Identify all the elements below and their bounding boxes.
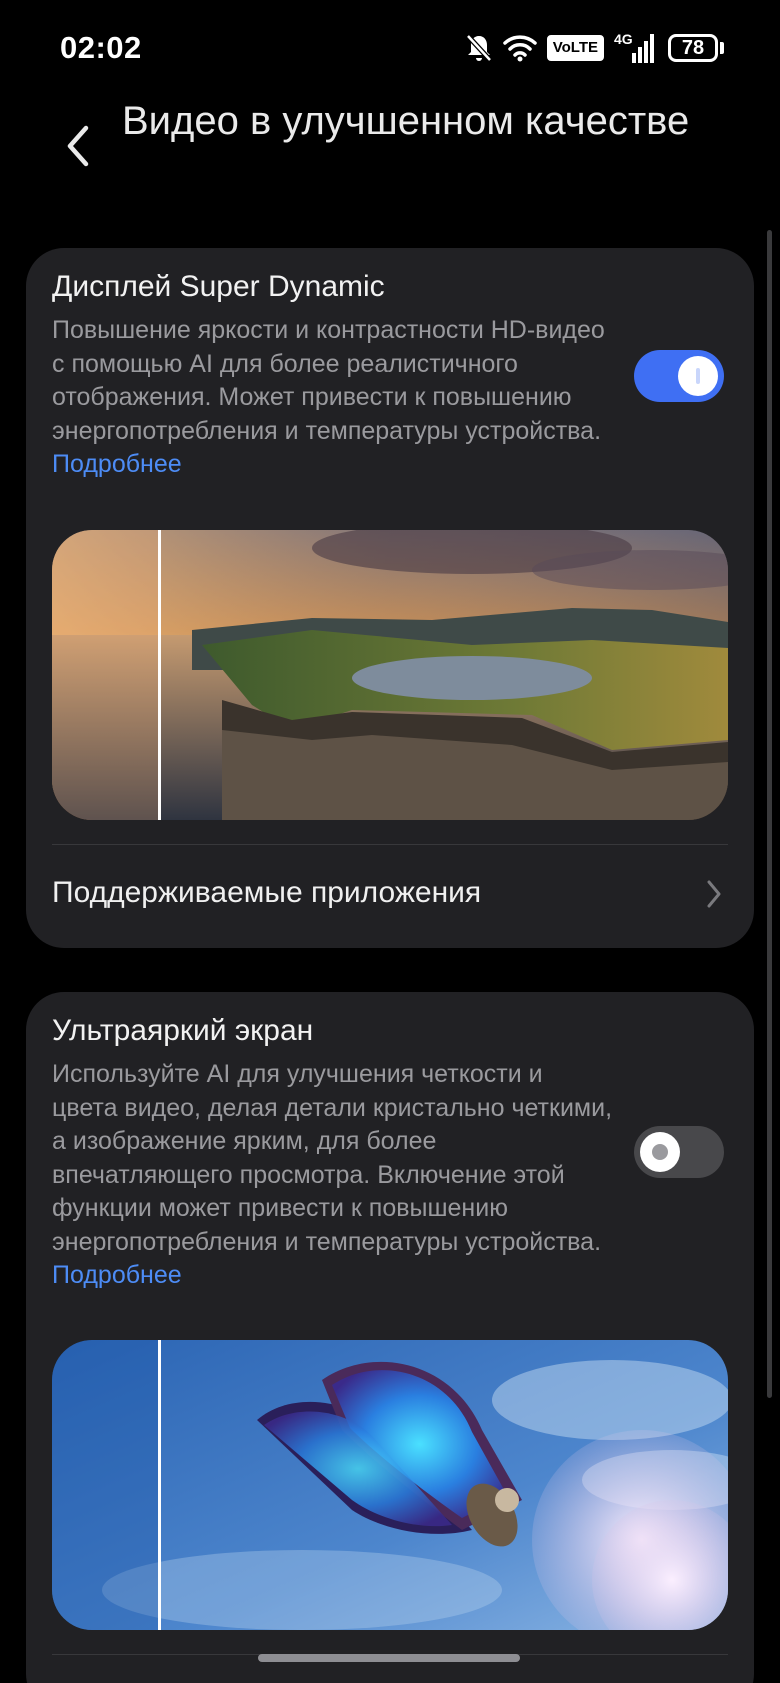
super-dynamic-title: Дисплей Super Dynamic	[52, 270, 385, 303]
scrollbar[interactable]	[767, 230, 772, 1398]
supported-apps-label: Поддерживаемые приложения	[52, 876, 482, 909]
battery-level: 78	[668, 34, 718, 62]
super-dynamic-description: Повышение яркости и контрастности HD-вид…	[52, 316, 605, 478]
supported-apps-row[interactable]: Поддерживаемые приложения	[26, 844, 754, 944]
super-dynamic-card: Дисплей Super Dynamic Повышение яркости …	[26, 248, 754, 948]
ultra-bright-card: Ультраяркий экран Используйте AI для улу…	[26, 992, 754, 1683]
back-button[interactable]	[58, 118, 98, 174]
signal-icon: 4G	[614, 31, 658, 65]
ultra-bright-more-link[interactable]: Подробнее	[52, 1261, 182, 1289]
status-bar: 02:02 VoLTE 4G 78	[0, 0, 780, 96]
ultra-bright-toggle[interactable]	[634, 1126, 724, 1178]
super-dynamic-preview-image	[52, 530, 728, 820]
status-icons: VoLTE 4G 78	[465, 30, 724, 66]
screen: 02:02 VoLTE 4G 78 Видео в улучшенном кач…	[0, 0, 780, 1683]
super-dynamic-more-link[interactable]: Подробнее	[52, 450, 182, 478]
network-type-label: 4G	[614, 31, 633, 47]
super-dynamic-toggle[interactable]	[634, 350, 724, 402]
chevron-right-icon	[707, 880, 721, 908]
wifi-icon	[502, 34, 537, 62]
chevron-left-icon	[67, 125, 89, 167]
volte-badge: VoLTE	[546, 35, 604, 61]
ultra-bright-description: Используйте AI для улучшения четкости и …	[52, 1060, 613, 1289]
battery-icon: 78	[668, 34, 724, 62]
bell-muted-icon	[465, 33, 493, 63]
home-indicator[interactable]	[258, 1654, 520, 1662]
page-title: Видео в улучшенном качестве	[122, 99, 690, 143]
ultra-bright-title: Ультраяркий экран	[52, 1014, 314, 1047]
status-time: 02:02	[60, 30, 142, 65]
ultra-bright-preview-image	[52, 1340, 728, 1630]
